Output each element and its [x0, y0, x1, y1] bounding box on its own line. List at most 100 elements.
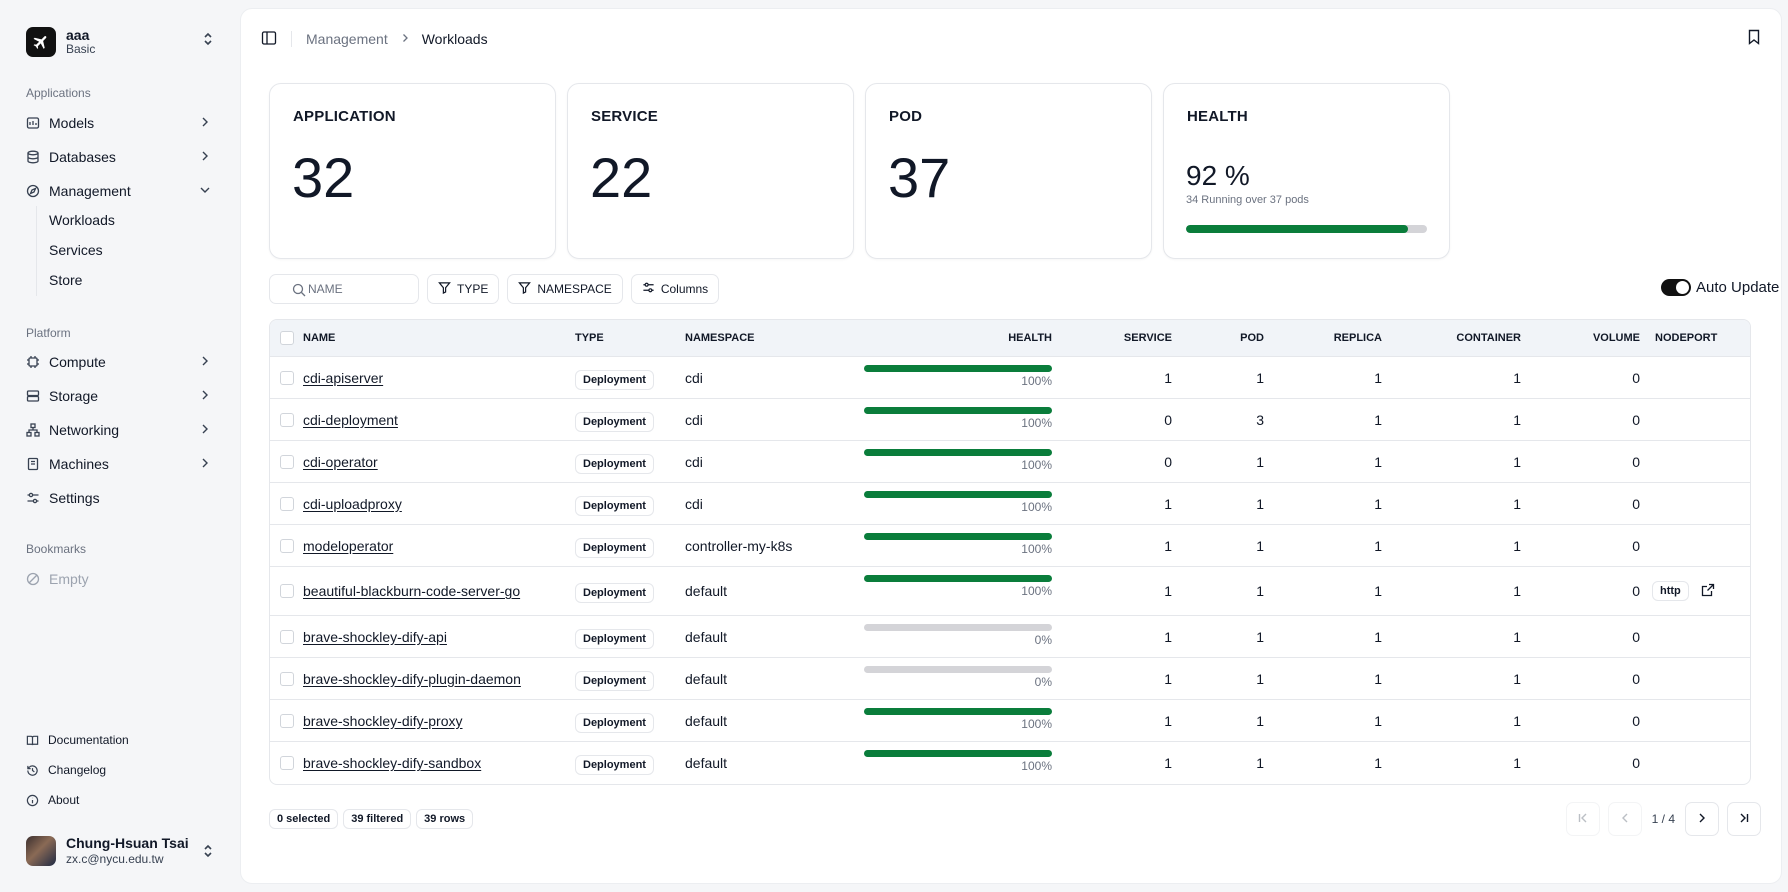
- column-header-container[interactable]: CONTAINER: [1441, 332, 1521, 344]
- chevron-down-icon: [198, 183, 212, 200]
- prev-page-button[interactable]: [1607, 802, 1642, 836]
- last-page-button[interactable]: [1727, 802, 1761, 836]
- auto-update-toggle[interactable]: Auto Update: [1661, 279, 1781, 296]
- card-title: SERVICE: [591, 108, 658, 125]
- search-input[interactable]: [308, 282, 408, 296]
- search-icon: [292, 283, 306, 300]
- column-header-pod[interactable]: POD: [1184, 332, 1264, 344]
- health-percent-label: 100%: [1021, 759, 1052, 773]
- row-checkbox[interactable]: [280, 370, 294, 385]
- external-link-icon[interactable]: [1701, 583, 1715, 600]
- table-row[interactable]: cdi-uploadproxy Deployment cdi 100% 1 1 1 1 0: [270, 483, 1750, 525]
- column-header-type[interactable]: TYPE: [575, 332, 604, 344]
- health-bar-fill: [864, 407, 1052, 414]
- link-changelog[interactable]: Changelog: [26, 763, 106, 777]
- type-badge: Deployment: [575, 369, 654, 390]
- namespace-cell: controller-my-k8s: [685, 537, 793, 554]
- column-header-replica[interactable]: REPLICA: [1302, 332, 1382, 344]
- sidebar-item-label: Models: [49, 115, 95, 131]
- section-label-applications: Applications: [26, 86, 91, 100]
- sidebar-item-compute[interactable]: Compute: [26, 349, 216, 375]
- select-all-checkbox[interactable]: [280, 331, 294, 345]
- sidebar-item-databases[interactable]: Databases: [26, 144, 216, 170]
- container-count: 1: [1513, 369, 1521, 386]
- workload-name-link[interactable]: modeloperator: [303, 538, 393, 554]
- sidebar-item-settings[interactable]: Settings: [26, 485, 216, 511]
- health-cell: 100%: [864, 365, 1052, 388]
- table-row[interactable]: brave-shockley-dify-plugin-daemon Deploym…: [270, 658, 1750, 700]
- sidebar-item-storage[interactable]: Storage: [26, 383, 216, 409]
- column-header-service[interactable]: SERVICE: [1092, 332, 1172, 344]
- nodeport-badge[interactable]: http: [1652, 581, 1689, 601]
- sidebar-subitem-services[interactable]: Services: [49, 242, 103, 258]
- search-box[interactable]: [269, 274, 419, 304]
- toggle-switch[interactable]: [1661, 279, 1691, 296]
- link-about[interactable]: About: [26, 793, 79, 807]
- workload-name-link[interactable]: cdi-apiserver: [303, 370, 383, 386]
- health-bar: [864, 708, 1052, 715]
- table-row[interactable]: brave-shockley-dify-api Deployment default…: [270, 616, 1750, 658]
- columns-label: Columns: [660, 282, 709, 296]
- pod-count: 1: [1256, 369, 1264, 386]
- link-documentation[interactable]: Documentation: [26, 733, 129, 747]
- nodeport-cell: http: [1652, 581, 1715, 601]
- table-row[interactable]: brave-shockley-dify-sandbox Deployment def…: [270, 742, 1750, 784]
- column-header-volume[interactable]: VOLUME: [1560, 332, 1640, 344]
- row-checkbox[interactable]: [280, 584, 294, 598]
- row-checkbox[interactable]: [280, 756, 294, 770]
- workload-name-link[interactable]: brave-shockley-dify-api: [303, 629, 447, 645]
- workload-name-link[interactable]: brave-shockley-dify-sandbox: [303, 755, 481, 771]
- sidebar-item-label: Settings: [49, 490, 100, 506]
- health-percent-label: 100%: [1021, 458, 1052, 472]
- filter-icon: [518, 281, 532, 297]
- health-percent-label: 100%: [1021, 500, 1052, 514]
- replica-count: 1: [1374, 712, 1382, 729]
- stat-card-health: HEALTH 92 % 34 Running over 37 pods: [1163, 83, 1450, 259]
- workload-name-link[interactable]: brave-shockley-dify-proxy: [303, 713, 463, 729]
- workload-name-link[interactable]: cdi-operator: [303, 454, 378, 470]
- sidebar-item-management[interactable]: Management: [26, 178, 216, 204]
- row-checkbox[interactable]: [280, 538, 294, 553]
- sidebar-subitem-workloads[interactable]: Workloads: [49, 212, 115, 228]
- sidebar-item-networking[interactable]: Networking: [26, 417, 216, 443]
- breadcrumb-parent[interactable]: Management: [306, 31, 388, 47]
- sidebar-item-machines[interactable]: Machines: [26, 451, 216, 477]
- health-bar-fill: [864, 533, 1052, 540]
- column-header-namespace[interactable]: NAMESPACE: [685, 332, 754, 344]
- table-row[interactable]: cdi-apiserver Deployment cdi 100% 1 1 1 1 0: [270, 357, 1750, 399]
- workload-name-link[interactable]: brave-shockley-dify-plugin-daemon: [303, 671, 521, 687]
- row-checkbox[interactable]: [280, 496, 294, 511]
- sidebar-toggle-icon[interactable]: [261, 30, 277, 49]
- columns-button[interactable]: Columns: [630, 274, 720, 304]
- filter-namespace-button[interactable]: NAMESPACE: [507, 274, 623, 304]
- table-row[interactable]: modeloperator Deployment controller-my-k8s…: [270, 525, 1750, 567]
- next-page-button[interactable]: [1685, 802, 1719, 836]
- chevrons-first-icon: [1576, 811, 1590, 828]
- workload-name-link[interactable]: beautiful-blackburn-code-server-go: [303, 583, 520, 599]
- chevrons-updown-icon: [202, 31, 214, 48]
- table-header-row: NAME TYPE NAMESPACE HEALTH SERVICE POD R…: [270, 320, 1750, 357]
- workload-name-link[interactable]: cdi-uploadproxy: [303, 496, 402, 512]
- table-row[interactable]: cdi-operator Deployment cdi 100% 0 1 1 1 0: [270, 441, 1750, 483]
- table-row[interactable]: cdi-deployment Deployment cdi 100% 0 3 1 1 0: [270, 399, 1750, 441]
- column-header-health[interactable]: HEALTH: [972, 332, 1052, 344]
- filter-type-button[interactable]: TYPE: [427, 274, 500, 304]
- user-menu[interactable]: Chung-Hsuan Tsai zx.c@nycu.edu.tw: [26, 834, 216, 868]
- column-header-name[interactable]: NAME: [303, 332, 335, 344]
- table-row[interactable]: brave-shockley-dify-proxy Deployment defau…: [270, 700, 1750, 742]
- sidebar-subitem-store[interactable]: Store: [49, 272, 82, 288]
- workload-name-link[interactable]: cdi-deployment: [303, 412, 398, 428]
- column-header-nodeport[interactable]: NODEPORT: [1655, 332, 1717, 344]
- row-checkbox[interactable]: [280, 713, 294, 728]
- row-checkbox[interactable]: [280, 671, 294, 686]
- table-row[interactable]: beautiful-blackburn-code-server-go Deploy…: [270, 567, 1750, 616]
- row-checkbox[interactable]: [280, 454, 294, 469]
- sidebar-item-models[interactable]: Models: [26, 110, 216, 136]
- row-checkbox[interactable]: [280, 629, 294, 644]
- row-checkbox[interactable]: [280, 412, 294, 427]
- bookmarks-empty-label: Empty: [49, 571, 89, 587]
- bookmark-icon[interactable]: [1747, 29, 1761, 48]
- org-switcher[interactable]: aaa Basic: [26, 25, 216, 59]
- health-bar-fill: [864, 708, 1052, 715]
- first-page-button[interactable]: [1565, 802, 1600, 836]
